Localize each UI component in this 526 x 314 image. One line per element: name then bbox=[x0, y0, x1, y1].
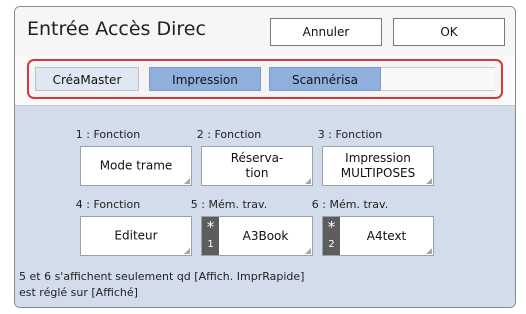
memory-badge: * 1 bbox=[202, 217, 219, 255]
tab-strip-empty bbox=[381, 67, 495, 91]
function-1-label: 1 : Fonction bbox=[75, 128, 141, 141]
dialog-title: Entrée Accès Direc bbox=[27, 18, 206, 40]
info-note-line-1: 5 et 6 s'affichent seulement qd [Affich.… bbox=[19, 270, 305, 283]
corner-marker bbox=[184, 248, 190, 254]
info-note: 5 et 6 s'affichent seulement qd [Affich.… bbox=[19, 269, 509, 301]
ok-button[interactable]: OK bbox=[393, 18, 505, 46]
direct-access-dialog: Entrée Accès Direc Annuler OK CréaMaster… bbox=[14, 6, 516, 308]
memory-badge: * 2 bbox=[323, 217, 340, 255]
job-memory-1-button[interactable]: * 1 A3Book bbox=[201, 216, 313, 256]
tab-impression[interactable]: Impression bbox=[149, 67, 261, 91]
function-5-label: 5 : Mém. trav. bbox=[190, 198, 268, 211]
function-2-button[interactable]: Réserva- tion bbox=[201, 146, 313, 186]
tab-bar: CréaMaster Impression Scannérisa bbox=[27, 59, 503, 99]
function-3-button-line-1: Impression bbox=[345, 151, 411, 165]
info-note-line-2: est réglé sur [Affiché] bbox=[19, 286, 138, 299]
corner-marker bbox=[426, 178, 432, 184]
cancel-button[interactable]: Annuler bbox=[270, 18, 382, 46]
asterisk-icon: * bbox=[206, 218, 215, 236]
function-2-button-label: Réserva- tion bbox=[202, 151, 312, 181]
function-4-button[interactable]: Editeur bbox=[80, 216, 192, 256]
corner-marker bbox=[305, 178, 311, 184]
function-3-button[interactable]: Impression MULTIPOSES bbox=[322, 146, 434, 186]
corner-marker bbox=[184, 178, 190, 184]
function-2-label: 2 : Fonction bbox=[196, 128, 262, 141]
tab-scannerisa[interactable]: Scannérisa bbox=[269, 67, 381, 91]
corner-marker bbox=[305, 248, 311, 254]
function-3-button-line-2: MULTIPOSES bbox=[340, 166, 416, 180]
asterisk-icon: * bbox=[327, 218, 336, 236]
function-1-button[interactable]: Mode trame bbox=[80, 146, 192, 186]
function-3-button-label: Impression MULTIPOSES bbox=[323, 151, 433, 181]
function-2-button-line-2: tion bbox=[245, 166, 269, 180]
memory-number: 1 bbox=[207, 239, 214, 250]
function-6-label: 6 : Mém. trav. bbox=[311, 198, 389, 211]
memory-number: 2 bbox=[328, 239, 335, 250]
function-2-button-line-1: Réserva- bbox=[230, 151, 284, 165]
tab-creamaster[interactable]: CréaMaster bbox=[35, 67, 139, 91]
job-memory-1-label: A3Book bbox=[242, 229, 289, 243]
function-4-button-label: Editeur bbox=[114, 228, 158, 243]
function-4-label: 4 : Fonction bbox=[75, 198, 141, 211]
job-memory-2-label: A4text bbox=[366, 229, 407, 243]
corner-marker bbox=[426, 248, 432, 254]
job-memory-2-button[interactable]: * 2 A4text bbox=[322, 216, 434, 256]
dialog-header: Entrée Accès Direc Annuler OK bbox=[15, 7, 515, 55]
function-3-label: 3 : Fonction bbox=[317, 128, 383, 141]
function-1-button-label: Mode trame bbox=[99, 158, 173, 173]
